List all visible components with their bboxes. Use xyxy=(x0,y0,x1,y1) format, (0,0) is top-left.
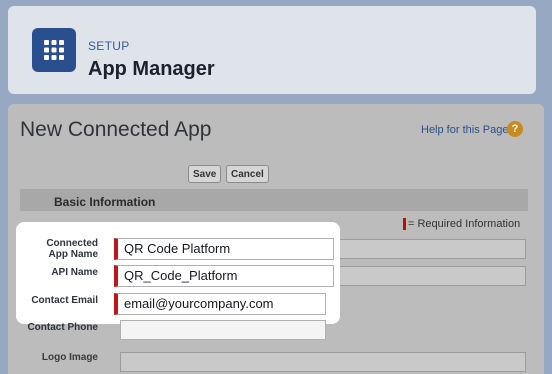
setup-header: SETUP App Manager xyxy=(8,6,536,94)
contact-email-label: Contact Email xyxy=(31,295,98,306)
required-legend: = Required Information xyxy=(403,218,520,230)
connected-app-name-input[interactable]: QR Code Platform xyxy=(114,238,334,260)
page-header-title: App Manager xyxy=(88,58,215,80)
connected-app-name-field-extension xyxy=(330,239,526,259)
save-button[interactable]: Save xyxy=(188,165,222,183)
connected-app-name-label-line2: App Name xyxy=(48,249,98,260)
required-marker xyxy=(403,218,406,230)
section-title: Basic Information xyxy=(54,195,156,209)
logo-image-label: Logo Image xyxy=(41,352,98,363)
contact-phone-input[interactable] xyxy=(120,320,326,340)
required-legend-text: = Required Information xyxy=(408,218,521,230)
api-name-field-extension xyxy=(330,266,526,286)
connected-app-name-label-line1: Connected xyxy=(46,238,98,249)
help-icon[interactable]: ? xyxy=(507,121,523,137)
logo-image-field[interactable] xyxy=(120,352,526,372)
page-title: New Connected App xyxy=(20,118,212,141)
contact-phone-label: Contact Phone xyxy=(27,322,98,333)
api-name-input[interactable]: QR_Code_Platform xyxy=(114,265,334,287)
connected-app-name-label: Connected App Name xyxy=(18,238,98,260)
contact-email-input[interactable]: email@yourcompany.com xyxy=(114,293,326,315)
header-eyebrow: SETUP xyxy=(88,39,130,53)
app-launcher-grid-icon[interactable] xyxy=(32,28,76,72)
help-link[interactable]: Help for this Page xyxy=(421,124,508,136)
cancel-button[interactable]: Cancel xyxy=(226,165,269,183)
api-name-label: API Name xyxy=(51,267,98,278)
